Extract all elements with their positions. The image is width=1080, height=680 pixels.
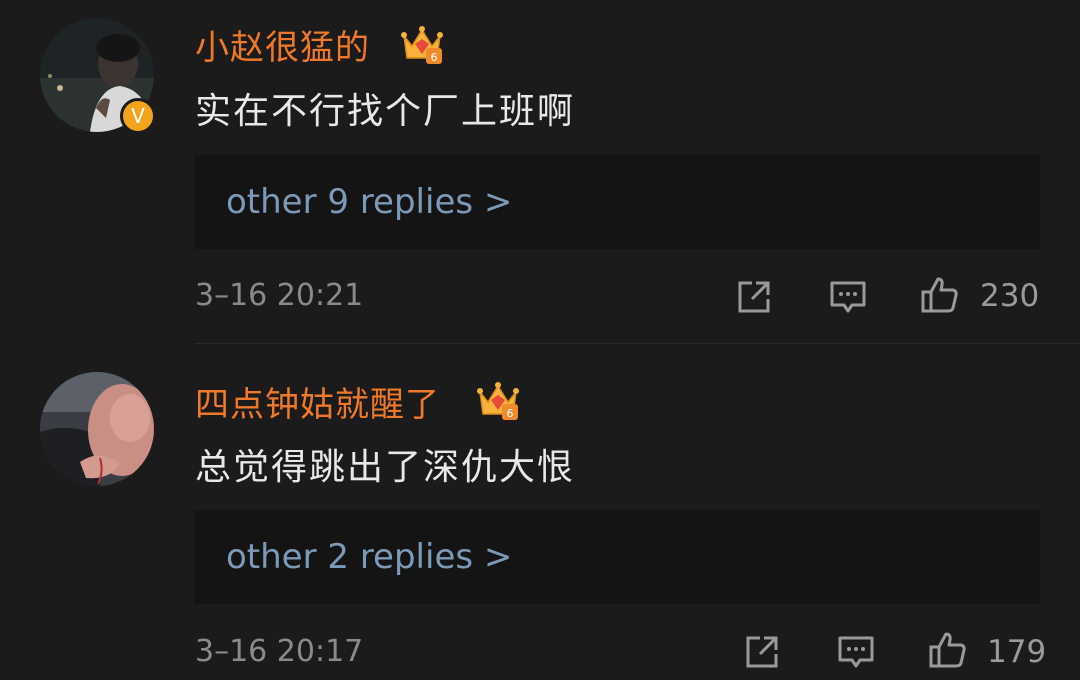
share-icon[interactable] [742, 632, 782, 672]
comment-icon[interactable] [828, 277, 868, 317]
replies-panel[interactable]: other 2 replies > [194, 510, 1040, 604]
like-count: 179 [987, 634, 1047, 670]
thumbs-up-icon[interactable] [928, 630, 968, 670]
comment-icon[interactable] [836, 632, 876, 672]
comment-text: 总觉得跳出了深仇大恨 [195, 447, 576, 488]
view-replies-link[interactable]: other 9 replies > [226, 155, 512, 249]
badge-level: 6 [431, 51, 438, 64]
comment-text: 实在不行找个厂上班啊 [195, 91, 576, 132]
like-count: 230 [980, 278, 1040, 314]
replies-panel[interactable]: other 9 replies > [194, 155, 1040, 249]
avatar[interactable] [40, 372, 154, 486]
verified-badge-icon: V [120, 98, 156, 134]
crown-badge-icon: 6 [477, 382, 519, 420]
comment-item: V 小赵很猛的 6 实在不行找个厂上班啊 other 9 replies > 3… [0, 0, 1080, 340]
timestamp: 3–16 20:21 [195, 278, 364, 313]
username[interactable]: 四点钟姑就醒了 [195, 377, 440, 426]
crown-badge-icon: 6 [401, 26, 443, 64]
share-icon[interactable] [734, 277, 774, 317]
comment-item: 四点钟姑就醒了 6 总觉得跳出了深仇大恨 other 2 replies > 3… [0, 340, 1080, 680]
thumbs-up-icon[interactable] [920, 275, 960, 315]
timestamp: 3–16 20:17 [195, 634, 364, 669]
badge-level: 6 [507, 407, 514, 420]
view-replies-link[interactable]: other 2 replies > [226, 510, 512, 604]
username[interactable]: 小赵很猛的 [195, 20, 370, 69]
